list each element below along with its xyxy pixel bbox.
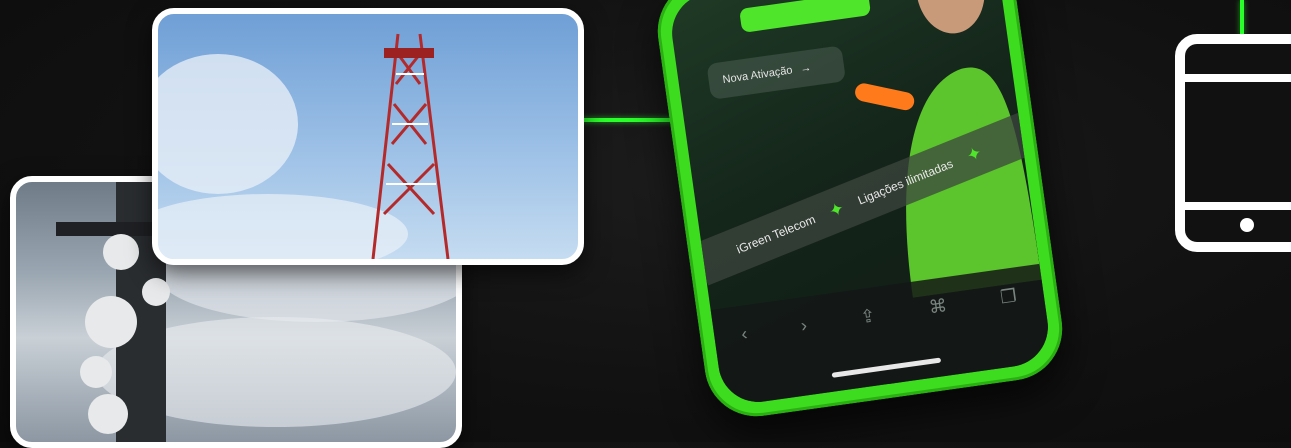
marquee-text-brand: iGreen Telecom <box>734 212 818 257</box>
tablet-home-button <box>1240 218 1254 232</box>
sparkle-icon: ✦ <box>963 141 985 166</box>
phone-frame: Nova Ativação → iGreen Telecom ✦ Ligaçõe… <box>651 0 1069 423</box>
browser-toolbar: ‹ › ⇪ ⌘ ❐ <box>710 263 1054 408</box>
sparkle-icon: ✦ <box>825 197 848 222</box>
new-activation-label: Nova Ativação <box>721 64 794 87</box>
arrow-right-icon: → <box>799 61 813 76</box>
tabs-icon[interactable]: ❐ <box>999 285 1018 308</box>
tower-photo-blue-sky <box>152 8 584 265</box>
forward-icon[interactable]: › <box>800 315 809 337</box>
back-icon[interactable]: ‹ <box>740 323 749 345</box>
phone-screen: Nova Ativação → iGreen Telecom ✦ Ligaçõe… <box>666 0 1054 408</box>
antenna-tower-icon <box>158 33 450 259</box>
tablet-bottom-bar <box>1185 202 1291 210</box>
hero-graphic: Nova Ativação → iGreen Telecom ✦ Ligaçõe… <box>0 0 1291 448</box>
share-icon[interactable]: ⇪ <box>859 305 877 328</box>
connector-line-vertical <box>1240 0 1244 36</box>
phone-mockup: Nova Ativação → iGreen Telecom ✦ Ligaçõe… <box>640 0 1100 430</box>
tablet-top-bar <box>1185 74 1291 82</box>
new-activation-button[interactable]: Nova Ativação → <box>706 45 847 100</box>
tablet-icon <box>1175 34 1291 252</box>
bookmarks-icon[interactable]: ⌘ <box>928 295 949 318</box>
